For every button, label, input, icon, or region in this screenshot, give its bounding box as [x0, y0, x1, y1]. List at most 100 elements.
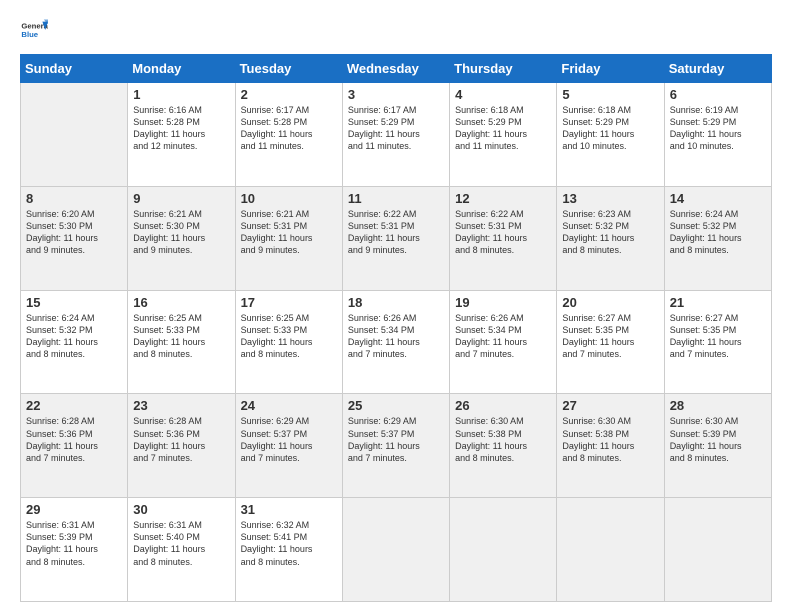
day-detail: Sunrise: 6:31 AMSunset: 5:39 PMDaylight:… [26, 519, 122, 568]
day-detail: Sunrise: 6:21 AMSunset: 5:30 PMDaylight:… [133, 208, 229, 257]
day-number: 25 [348, 398, 444, 413]
day-number: 13 [562, 191, 658, 206]
day-number: 12 [455, 191, 551, 206]
day-number: 6 [670, 87, 766, 102]
calendar-cell: 21 Sunrise: 6:27 AMSunset: 5:35 PMDayligh… [664, 290, 771, 394]
day-number: 9 [133, 191, 229, 206]
col-header-friday: Friday [557, 55, 664, 83]
day-number: 3 [348, 87, 444, 102]
day-number: 26 [455, 398, 551, 413]
calendar-cell: 13 Sunrise: 6:23 AMSunset: 5:32 PMDayligh… [557, 186, 664, 290]
calendar-cell: 26 Sunrise: 6:30 AMSunset: 5:38 PMDayligh… [450, 394, 557, 498]
calendar-cell [21, 83, 128, 187]
day-detail: Sunrise: 6:29 AMSunset: 5:37 PMDaylight:… [348, 415, 444, 464]
day-number: 11 [348, 191, 444, 206]
day-detail: Sunrise: 6:30 AMSunset: 5:38 PMDaylight:… [455, 415, 551, 464]
calendar-cell: 25 Sunrise: 6:29 AMSunset: 5:37 PMDayligh… [342, 394, 449, 498]
calendar-cell [342, 498, 449, 602]
calendar-cell: 12 Sunrise: 6:22 AMSunset: 5:31 PMDayligh… [450, 186, 557, 290]
page: General Blue SundayMondayTuesdayWednesda… [0, 0, 792, 612]
calendar-cell: 11 Sunrise: 6:22 AMSunset: 5:31 PMDayligh… [342, 186, 449, 290]
day-detail: Sunrise: 6:26 AMSunset: 5:34 PMDaylight:… [455, 312, 551, 361]
day-detail: Sunrise: 6:22 AMSunset: 5:31 PMDaylight:… [348, 208, 444, 257]
calendar-cell: 31 Sunrise: 6:32 AMSunset: 5:41 PMDayligh… [235, 498, 342, 602]
week-row-5: 29Sunrise: 6:31 AMSunset: 5:39 PMDayligh… [21, 498, 772, 602]
day-number: 31 [241, 502, 337, 517]
calendar-table: SundayMondayTuesdayWednesdayThursdayFrid… [20, 54, 772, 602]
week-row-4: 22 Sunrise: 6:28 AMSunset: 5:36 PMDayligh… [21, 394, 772, 498]
day-number: 5 [562, 87, 658, 102]
calendar-cell: 15 Sunrise: 6:24 AMSunset: 5:32 PMDayligh… [21, 290, 128, 394]
col-header-monday: Monday [128, 55, 235, 83]
day-detail: Sunrise: 6:19 AMSunset: 5:29 PMDaylight:… [670, 104, 766, 153]
day-number: 10 [241, 191, 337, 206]
calendar-cell: 9 Sunrise: 6:21 AMSunset: 5:30 PMDaylight… [128, 186, 235, 290]
calendar-cell: 24 Sunrise: 6:29 AMSunset: 5:37 PMDayligh… [235, 394, 342, 498]
day-detail: Sunrise: 6:32 AMSunset: 5:41 PMDaylight:… [241, 519, 337, 568]
day-detail: Sunrise: 6:30 AMSunset: 5:39 PMDaylight:… [670, 415, 766, 464]
day-detail: Sunrise: 6:18 AMSunset: 5:29 PMDaylight:… [562, 104, 658, 153]
svg-text:Blue: Blue [21, 30, 38, 39]
calendar-cell: 5 Sunrise: 6:18 AMSunset: 5:29 PMDaylight… [557, 83, 664, 187]
week-row-1: 1 Sunrise: 6:16 AMSunset: 5:28 PMDaylight… [21, 83, 772, 187]
day-number: 21 [670, 295, 766, 310]
calendar-cell: 10 Sunrise: 6:21 AMSunset: 5:31 PMDayligh… [235, 186, 342, 290]
day-number: 16 [133, 295, 229, 310]
day-detail: Sunrise: 6:28 AMSunset: 5:36 PMDaylight:… [26, 415, 122, 464]
header: General Blue [20, 16, 772, 44]
calendar-cell: 3 Sunrise: 6:17 AMSunset: 5:29 PMDaylight… [342, 83, 449, 187]
day-detail: Sunrise: 6:17 AMSunset: 5:29 PMDaylight:… [348, 104, 444, 153]
day-number: 22 [26, 398, 122, 413]
day-detail: Sunrise: 6:27 AMSunset: 5:35 PMDaylight:… [562, 312, 658, 361]
calendar-cell: 8 Sunrise: 6:20 AMSunset: 5:30 PMDaylight… [21, 186, 128, 290]
calendar-cell: 17Sunrise: 6:25 AMSunset: 5:33 PMDayligh… [235, 290, 342, 394]
day-number: 18 [348, 295, 444, 310]
calendar-cell: 22 Sunrise: 6:28 AMSunset: 5:36 PMDayligh… [21, 394, 128, 498]
col-header-tuesday: Tuesday [235, 55, 342, 83]
header-row: SundayMondayTuesdayWednesdayThursdayFrid… [21, 55, 772, 83]
day-number: 15 [26, 295, 122, 310]
day-detail: Sunrise: 6:30 AMSunset: 5:38 PMDaylight:… [562, 415, 658, 464]
logo-icon: General Blue [20, 16, 48, 44]
day-detail: Sunrise: 6:26 AMSunset: 5:34 PMDaylight:… [348, 312, 444, 361]
day-detail: Sunrise: 6:18 AMSunset: 5:29 PMDaylight:… [455, 104, 551, 153]
week-row-2: 8 Sunrise: 6:20 AMSunset: 5:30 PMDaylight… [21, 186, 772, 290]
calendar-cell: 20 Sunrise: 6:27 AMSunset: 5:35 PMDayligh… [557, 290, 664, 394]
day-detail: Sunrise: 6:31 AMSunset: 5:40 PMDaylight:… [133, 519, 229, 568]
calendar-cell: 19Sunrise: 6:26 AMSunset: 5:34 PMDayligh… [450, 290, 557, 394]
calendar-cell: 6 Sunrise: 6:19 AMSunset: 5:29 PMDaylight… [664, 83, 771, 187]
calendar-cell [450, 498, 557, 602]
day-number: 4 [455, 87, 551, 102]
day-number: 23 [133, 398, 229, 413]
calendar-cell: 30 Sunrise: 6:31 AMSunset: 5:40 PMDayligh… [128, 498, 235, 602]
day-detail: Sunrise: 6:21 AMSunset: 5:31 PMDaylight:… [241, 208, 337, 257]
day-number: 8 [26, 191, 122, 206]
day-detail: Sunrise: 6:28 AMSunset: 5:36 PMDaylight:… [133, 415, 229, 464]
calendar-cell: 28Sunrise: 6:30 AMSunset: 5:39 PMDayligh… [664, 394, 771, 498]
day-number: 30 [133, 502, 229, 517]
col-header-wednesday: Wednesday [342, 55, 449, 83]
day-detail: Sunrise: 6:22 AMSunset: 5:31 PMDaylight:… [455, 208, 551, 257]
week-row-3: 15 Sunrise: 6:24 AMSunset: 5:32 PMDayligh… [21, 290, 772, 394]
day-detail: Sunrise: 6:16 AMSunset: 5:28 PMDaylight:… [133, 104, 229, 153]
col-header-sunday: Sunday [21, 55, 128, 83]
calendar-cell: 23 Sunrise: 6:28 AMSunset: 5:36 PMDayligh… [128, 394, 235, 498]
calendar-cell: 16 Sunrise: 6:25 AMSunset: 5:33 PMDayligh… [128, 290, 235, 394]
calendar-cell [557, 498, 664, 602]
day-number: 1 [133, 87, 229, 102]
day-detail: Sunrise: 6:24 AMSunset: 5:32 PMDaylight:… [26, 312, 122, 361]
calendar-cell: 14Sunrise: 6:24 AMSunset: 5:32 PMDayligh… [664, 186, 771, 290]
day-detail: Sunrise: 6:27 AMSunset: 5:35 PMDaylight:… [670, 312, 766, 361]
calendar-cell: 2Sunrise: 6:17 AMSunset: 5:28 PMDaylight… [235, 83, 342, 187]
day-number: 20 [562, 295, 658, 310]
calendar-cell: 4 Sunrise: 6:18 AMSunset: 5:29 PMDaylight… [450, 83, 557, 187]
day-detail: Sunrise: 6:29 AMSunset: 5:37 PMDaylight:… [241, 415, 337, 464]
day-detail: Sunrise: 6:23 AMSunset: 5:32 PMDaylight:… [562, 208, 658, 257]
day-detail: Sunrise: 6:25 AMSunset: 5:33 PMDaylight:… [133, 312, 229, 361]
day-detail: Sunrise: 6:25 AMSunset: 5:33 PMDaylight:… [241, 312, 337, 361]
logo: General Blue [20, 16, 48, 44]
day-detail: Sunrise: 6:20 AMSunset: 5:30 PMDaylight:… [26, 208, 122, 257]
day-number: 24 [241, 398, 337, 413]
day-number: 27 [562, 398, 658, 413]
calendar-cell: 29Sunrise: 6:31 AMSunset: 5:39 PMDayligh… [21, 498, 128, 602]
